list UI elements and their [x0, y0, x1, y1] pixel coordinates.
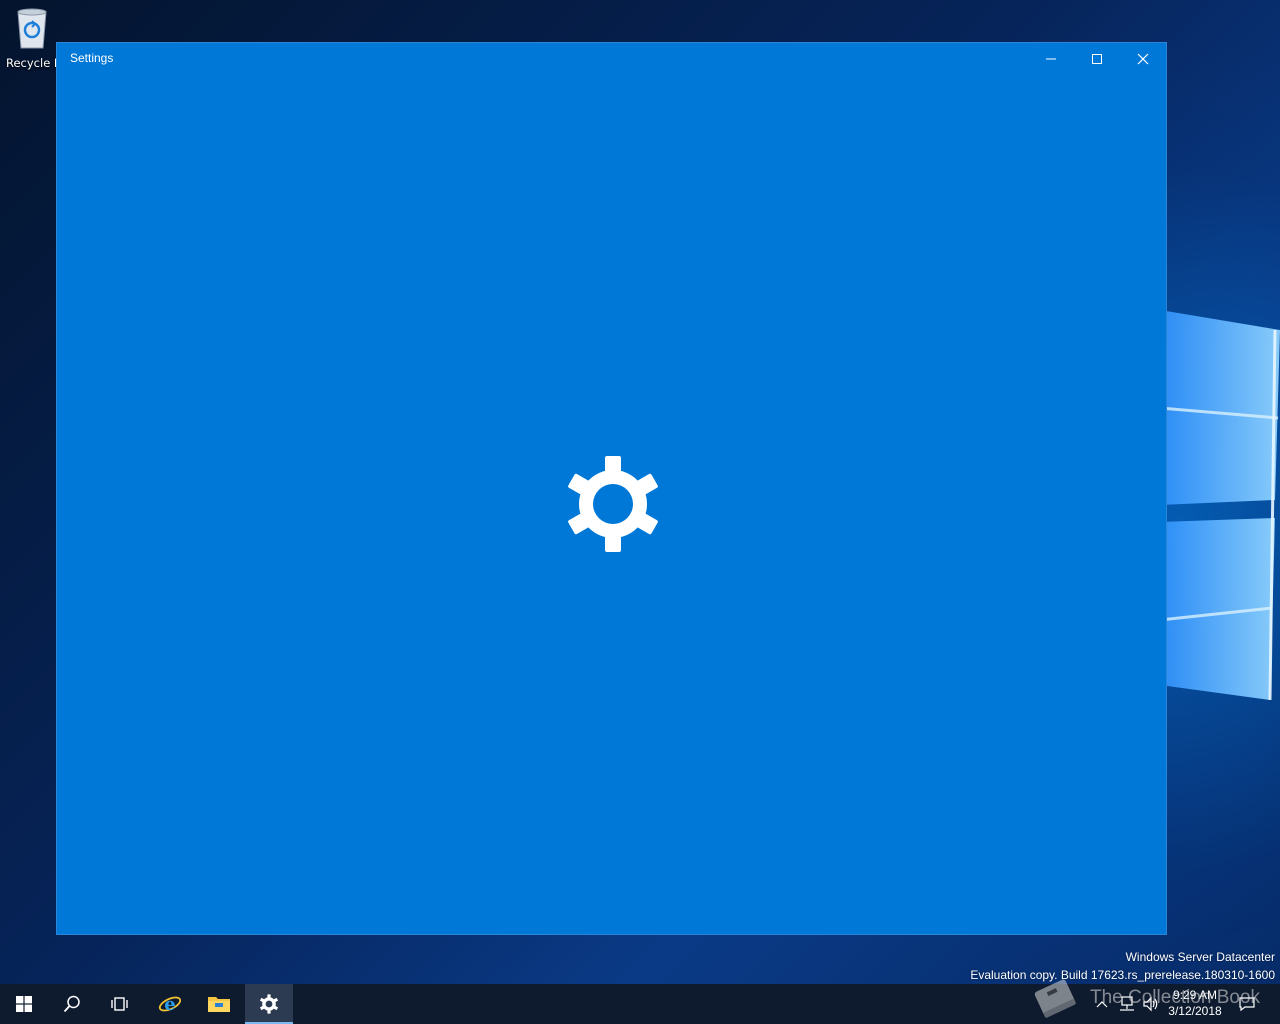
minimize-button[interactable]	[1028, 43, 1074, 74]
gear-icon	[568, 456, 658, 552]
task-view-button[interactable]	[96, 984, 144, 1024]
internet-explorer-button[interactable]: e	[146, 984, 194, 1024]
action-center-icon	[1239, 997, 1255, 1012]
network-icon	[1120, 996, 1134, 1011]
task-view-icon	[111, 997, 128, 1011]
settings-window[interactable]: Settings	[56, 42, 1167, 935]
clock[interactable]: 9:29 AM 3/12/2018	[1158, 987, 1232, 1019]
gear-icon	[260, 994, 278, 1014]
search-button[interactable]	[48, 984, 96, 1024]
folder-icon	[208, 997, 230, 1012]
clock-time: 9:29 AM	[1172, 988, 1218, 1002]
recycle-bin-icon	[17, 8, 47, 49]
edition-watermark: Windows Server Datacenter	[1125, 950, 1275, 964]
title-bar[interactable]: Settings	[57, 43, 1166, 75]
maximize-icon	[1092, 53, 1102, 64]
settings-taskbar-button[interactable]	[245, 984, 293, 1024]
network-button[interactable]	[1116, 984, 1138, 1024]
close-icon	[1137, 53, 1149, 64]
desktop: Recycle B Settings Windows Server Datace…	[0, 0, 1280, 1024]
windows-logo-icon	[16, 996, 32, 1012]
action-center-button[interactable]	[1236, 984, 1258, 1024]
chevron-up-icon	[1096, 1001, 1108, 1008]
close-button[interactable]	[1120, 43, 1166, 74]
windows-wallpaper-logo	[1160, 310, 1280, 701]
maximize-button[interactable]	[1074, 43, 1120, 74]
file-explorer-button[interactable]	[195, 984, 243, 1024]
internet-explorer-icon: e	[158, 994, 182, 1015]
build-watermark: Evaluation copy. Build 17623.rs_prerelea…	[970, 968, 1275, 982]
clock-date: 3/12/2018	[1168, 1004, 1222, 1018]
search-icon	[63, 995, 80, 1013]
window-title: Settings	[70, 51, 114, 65]
show-hidden-icons-button[interactable]	[1092, 984, 1112, 1024]
svg-text:e: e	[164, 994, 175, 1015]
minimize-icon	[1046, 58, 1056, 59]
start-button[interactable]	[0, 984, 48, 1024]
taskbar: e 9:29 AM 3/12/2018	[0, 984, 1280, 1024]
